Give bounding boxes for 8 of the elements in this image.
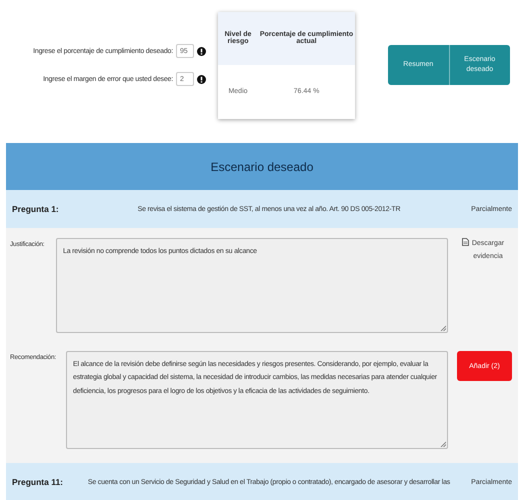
question-label: Pregunta 11: [12, 477, 64, 487]
info-icon [197, 46, 206, 56]
info-icon [197, 74, 206, 84]
section-title: Escenario deseado [6, 143, 518, 190]
resize-grip-icon[interactable] [440, 441, 446, 447]
question-label: Pregunta 1: [12, 204, 60, 214]
document-icon [462, 238, 469, 246]
resize-grip-icon[interactable] [440, 325, 446, 331]
